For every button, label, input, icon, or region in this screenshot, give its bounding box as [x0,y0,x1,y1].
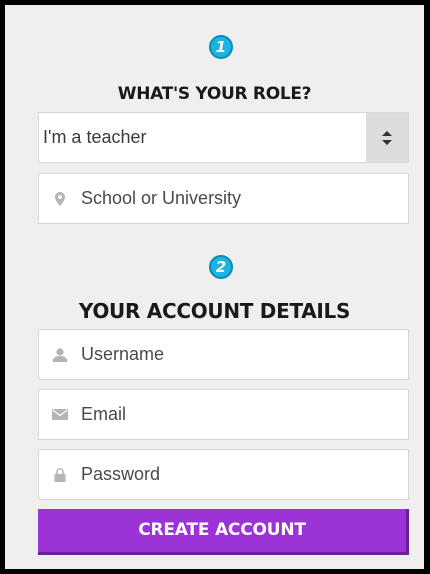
role-select-value: I'm a teacher [43,127,147,147]
step-2-badge: 2 [209,255,233,279]
step-1-badge: 1 [209,35,233,59]
role-heading: WHAT'S YOUR ROLE? [117,84,312,104]
username-input[interactable]: Username [38,329,409,380]
create-account-button[interactable]: CREATE ACCOUNT [38,509,409,555]
envelope-icon [39,390,81,439]
location-pin-icon [39,174,81,223]
user-icon [39,330,81,379]
school-input[interactable]: School or University [38,173,409,224]
select-arrows-icon[interactable] [366,113,408,162]
role-select[interactable]: I'm a teacher [38,112,409,163]
password-input[interactable]: Password [38,449,409,500]
email-input[interactable]: Email [38,389,409,440]
password-placeholder: Password [81,464,161,484]
signup-panel: 1 WHAT'S YOUR ROLE? I'm a teacher School… [5,5,424,569]
email-placeholder: Email [81,404,127,424]
school-placeholder: School or University [81,188,242,208]
username-placeholder: Username [81,344,165,364]
lock-icon [39,450,81,499]
account-heading: YOUR ACCOUNT DETAILS [78,299,351,323]
